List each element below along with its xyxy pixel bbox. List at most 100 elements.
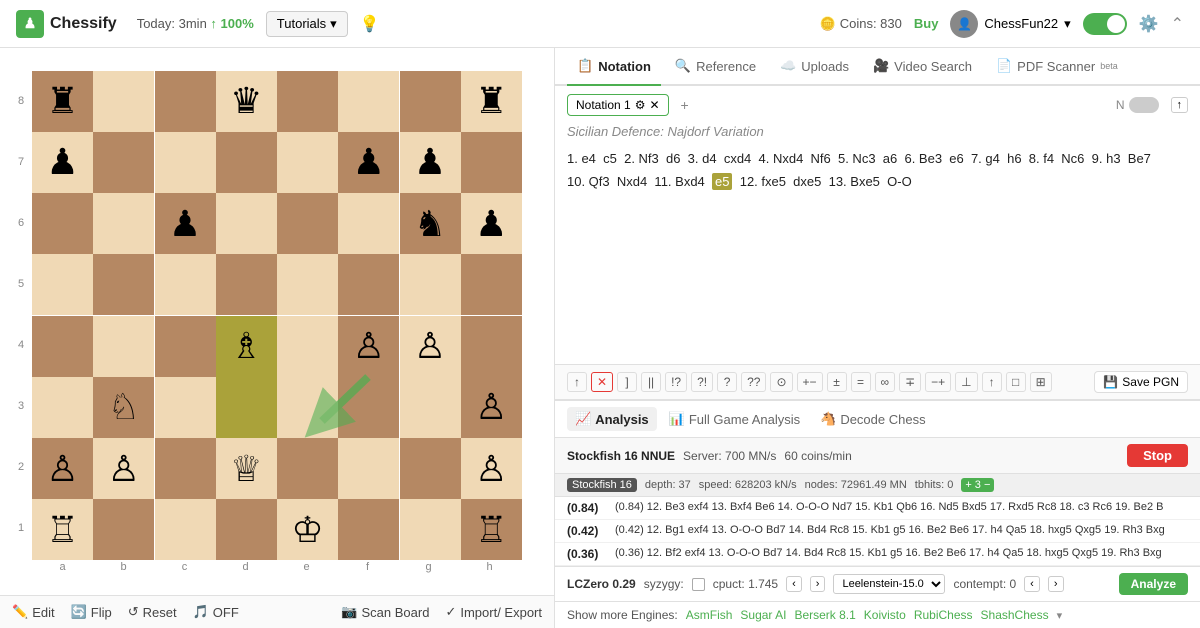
highlighted-move[interactable]: e5 xyxy=(712,173,732,190)
import-export-button[interactable]: ✓ Import/ Export xyxy=(445,604,542,620)
tutorials-button[interactable]: Tutorials ▾ xyxy=(266,11,348,37)
square-e7[interactable] xyxy=(277,132,338,193)
square-b8[interactable] xyxy=(93,71,154,132)
ann-development[interactable]: ↑ xyxy=(982,372,1002,392)
engine-select[interactable]: Leelenstein-15.0 xyxy=(833,574,945,594)
stop-button[interactable]: Stop xyxy=(1127,444,1188,467)
ann-black-decisive[interactable]: −+ xyxy=(925,372,951,392)
square-c7[interactable] xyxy=(155,132,216,193)
add-notation-tab[interactable]: + xyxy=(673,94,697,116)
square-b6[interactable] xyxy=(93,193,154,254)
square-a3[interactable] xyxy=(32,377,93,438)
square-g7[interactable]: ♟ xyxy=(400,132,461,193)
square-a2[interactable]: ♙ xyxy=(32,438,93,499)
chess-board[interactable]: ♜ ♛ ♜ ♟ ♟ ♟ xyxy=(32,71,522,561)
ann-pause[interactable]: || xyxy=(641,372,661,392)
engine-link-shashchess[interactable]: ShashChess xyxy=(981,608,1049,622)
cpuct-next[interactable]: › xyxy=(810,576,826,592)
add-line-button[interactable]: + 3 − xyxy=(961,478,994,492)
engine-link-berserk[interactable]: Berserk 8.1 xyxy=(794,608,855,622)
square-h6[interactable]: ♟ xyxy=(461,193,522,254)
buy-button[interactable]: Buy xyxy=(914,16,939,31)
square-a6[interactable] xyxy=(32,193,93,254)
ann-time[interactable]: ⊙ xyxy=(770,372,792,392)
square-h2[interactable]: ♙ xyxy=(461,438,522,499)
square-h4[interactable] xyxy=(461,316,522,377)
tab-uploads[interactable]: ☁️ Uploads xyxy=(770,48,859,86)
notation-tab-1[interactable]: Notation 1 ⚙ ✕ xyxy=(567,94,669,116)
tab-pdf-scanner[interactable]: 📄 PDF Scanner beta xyxy=(986,48,1128,86)
scan-board-button[interactable]: 📷 Scan Board xyxy=(341,604,429,620)
square-e6[interactable] xyxy=(277,193,338,254)
square-g1[interactable] xyxy=(400,499,461,560)
square-a4[interactable] xyxy=(32,316,93,377)
more-engines-chevron[interactable]: ▾ xyxy=(1057,609,1063,622)
tab-full-game[interactable]: 📊 Full Game Analysis xyxy=(661,407,808,431)
ann-unclear[interactable]: ∞ xyxy=(875,372,896,392)
square-h8[interactable]: ♜ xyxy=(461,71,522,132)
ann-space[interactable]: ⊥ xyxy=(955,372,977,392)
syzygy-checkbox[interactable] xyxy=(692,578,705,591)
line-moves-3[interactable]: (0.36) 12. Bf2 exf4 13. O-O-O Bd7 14. Bd… xyxy=(615,547,1162,559)
square-d5[interactable] xyxy=(216,254,277,315)
square-b7[interactable] xyxy=(93,132,154,193)
contempt-prev[interactable]: ‹ xyxy=(1024,576,1040,592)
square-d4[interactable]: ♗ xyxy=(216,316,277,377)
line-moves-2[interactable]: (0.42) 12. Bg1 exf4 13. O-O-O Bd7 14. Bd… xyxy=(615,524,1165,536)
square-h3[interactable]: ♙ xyxy=(461,377,522,438)
save-pgn-button[interactable]: 💾 Save PGN xyxy=(1094,371,1188,393)
nav-up-icon[interactable]: ↑ xyxy=(1171,97,1189,113)
square-a1[interactable]: ♖ xyxy=(32,499,93,560)
engine-link-asmfish[interactable]: AsmFish xyxy=(686,608,733,622)
square-f7[interactable]: ♟ xyxy=(338,132,399,193)
square-g4[interactable]: ♙ xyxy=(400,316,461,377)
square-c1[interactable] xyxy=(155,499,216,560)
ann-blunder[interactable]: ?? xyxy=(741,372,766,392)
square-c4[interactable] xyxy=(155,316,216,377)
square-h1[interactable]: ♖ xyxy=(461,499,522,560)
ann-white-decisive[interactable]: +− xyxy=(797,372,823,392)
square-c3[interactable] xyxy=(155,377,216,438)
square-e4[interactable] xyxy=(277,316,338,377)
edit-button[interactable]: ✏️ Edit xyxy=(12,604,55,620)
tab-notation[interactable]: 📋 Notation xyxy=(567,48,661,86)
square-e8[interactable] xyxy=(277,71,338,132)
square-g2[interactable] xyxy=(400,438,461,499)
square-h5[interactable] xyxy=(461,254,522,315)
square-b5[interactable] xyxy=(93,254,154,315)
square-f8[interactable] xyxy=(338,71,399,132)
theme-toggle[interactable] xyxy=(1083,13,1127,35)
square-g6[interactable]: ♞ xyxy=(400,193,461,254)
square-g3[interactable] xyxy=(400,377,461,438)
square-c5[interactable] xyxy=(155,254,216,315)
square-d7[interactable] xyxy=(216,132,277,193)
sound-toggle[interactable]: 🎵 OFF xyxy=(193,604,239,620)
square-d2[interactable]: ♕ xyxy=(216,438,277,499)
square-b1[interactable] xyxy=(93,499,154,560)
engine-link-koivisto[interactable]: Koivisto xyxy=(864,608,906,622)
tab-analysis[interactable]: 📈 Analysis xyxy=(567,407,657,431)
ann-file[interactable]: □ xyxy=(1006,372,1026,392)
square-a8[interactable]: ♜ xyxy=(32,71,93,132)
collapse-icon[interactable]: ⌃ xyxy=(1171,14,1184,34)
analyze-button[interactable]: Analyze xyxy=(1119,573,1188,595)
ann-white-better[interactable]: ± xyxy=(827,372,847,392)
square-f3[interactable] xyxy=(338,377,399,438)
square-g5[interactable] xyxy=(400,254,461,315)
ann-black-better[interactable]: ∓ xyxy=(899,372,921,392)
square-e3[interactable] xyxy=(277,377,338,438)
close-tab-icon[interactable]: ✕ xyxy=(649,98,659,112)
tab-video-search[interactable]: 🎥 Video Search xyxy=(863,48,982,86)
settings-small-icon[interactable]: ⚙ xyxy=(635,98,646,112)
ann-dubious[interactable]: ?! xyxy=(691,372,713,392)
square-h7[interactable] xyxy=(461,132,522,193)
ann-interesting[interactable]: !? xyxy=(665,372,687,392)
square-b3[interactable]: ♘ xyxy=(93,377,154,438)
square-d1[interactable] xyxy=(216,499,277,560)
square-c8[interactable] xyxy=(155,71,216,132)
square-d6[interactable] xyxy=(216,193,277,254)
engine-link-rubichess[interactable]: RubiChess xyxy=(914,608,973,622)
square-e1[interactable]: ♔ xyxy=(277,499,338,560)
moves-text[interactable]: 1. e4 c5 2. Nf3 d6 3. d4 cxd4 4. Nxd4 Nf… xyxy=(567,147,1188,194)
cpuct-prev[interactable]: ‹ xyxy=(786,576,802,592)
